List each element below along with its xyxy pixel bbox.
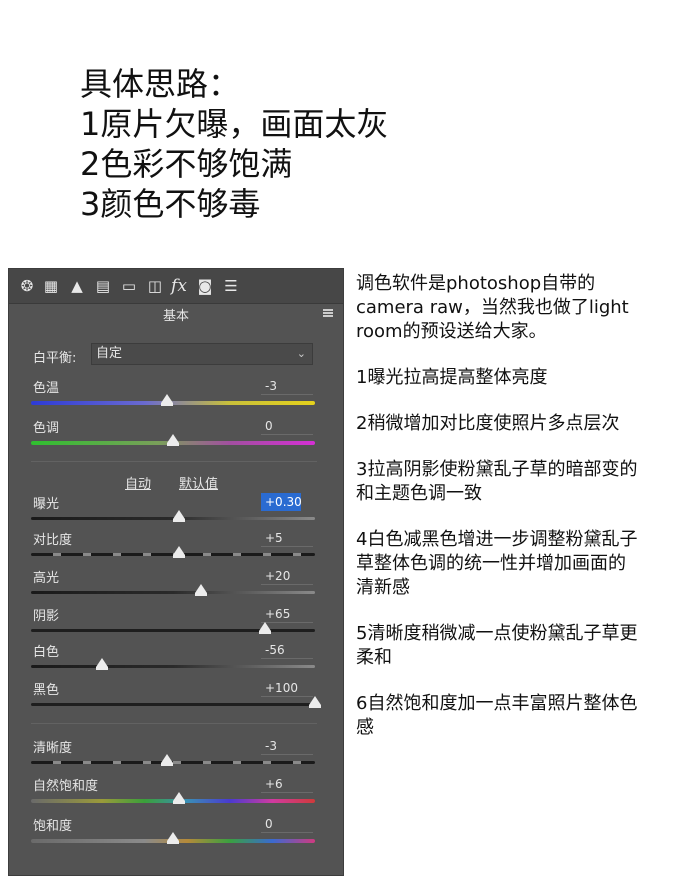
temperature-slider-track[interactable]: [31, 394, 315, 406]
tint-slider-row: 色调 0: [9, 417, 343, 461]
note-3: 3拉高阴影使粉黛乱子草的暗部变的 和主题色调一致: [356, 459, 638, 504]
aperture-icon[interactable]: ❂: [17, 277, 37, 295]
panel-menu-icon[interactable]: [323, 309, 333, 317]
hsl-icon[interactable]: ▭: [119, 277, 139, 295]
whites-slider-thumb[interactable]: [96, 658, 108, 670]
saturation-slider-row: 饱和度 0: [9, 815, 343, 859]
headline-line-1: 1原片欠曝，画面太灰: [80, 105, 389, 143]
separator: [31, 461, 317, 462]
auto-button[interactable]: 自动: [125, 473, 151, 492]
white-balance-label: 白平衡:: [33, 351, 77, 366]
blacks-slider-row: 黑色 +100: [9, 679, 343, 723]
blacks-slider-thumb[interactable]: [309, 696, 321, 708]
temperature-slider-thumb[interactable]: [161, 394, 174, 406]
contrast-slider-track[interactable]: [31, 546, 315, 558]
temperature-value-input[interactable]: -3: [261, 377, 313, 395]
exposure-slider-track[interactable]: [31, 510, 315, 522]
highlights-slider-track[interactable]: [31, 584, 315, 596]
note-1: 1曝光拉高提高整体亮度: [356, 367, 548, 388]
headline: 具体思路： 1原片欠曝，画面太灰 2色彩不够饱满 3颜色不够毒: [80, 64, 388, 224]
tint-slider-track[interactable]: [31, 434, 315, 446]
exposure-slider-thumb[interactable]: [172, 510, 185, 522]
headline-line-2: 2色彩不够饱满: [80, 145, 293, 183]
shadows-slider-thumb[interactable]: [259, 622, 272, 634]
exposure-value-input[interactable]: +0.30: [261, 493, 302, 511]
panel-toolbar: ❂ ▦ ▲ ▤ ▭ ◫ fx ◙ ☰: [9, 269, 343, 304]
default-button[interactable]: 默认值: [179, 473, 218, 492]
blacks-label: 黑色: [33, 683, 60, 698]
clarity-label: 清晰度: [33, 741, 73, 756]
highlights-value-input[interactable]: +20: [261, 567, 313, 585]
note-2: 2稍微增加对比度使照片多点层次: [356, 413, 620, 434]
shadows-label: 阴影: [33, 609, 60, 624]
saturation-label: 饱和度: [33, 819, 73, 834]
white-balance-value: 自定: [96, 346, 123, 361]
note-4: 4白色减黑色增进一步调整粉黛乱子 草整体色调的统一性并增加画面的 清新感: [356, 529, 638, 598]
note-6: 6自然饱和度加一点丰富照片整体色 感: [356, 693, 638, 738]
whites-label: 白色: [33, 645, 60, 660]
saturation-value-input[interactable]: 0: [261, 815, 313, 833]
whites-slider-track[interactable]: [31, 658, 315, 670]
mountains-icon[interactable]: ▲: [67, 277, 87, 295]
split-tone-icon[interactable]: ▤: [93, 277, 113, 295]
separator: [31, 723, 317, 724]
shadows-slider-track[interactable]: [31, 622, 315, 634]
blacks-slider-track[interactable]: [31, 696, 321, 708]
contrast-value-input[interactable]: +5: [261, 529, 313, 547]
headline-line-3: 3颜色不够毒: [80, 185, 261, 223]
clarity-slider-thumb[interactable]: [161, 754, 174, 766]
vibrance-label: 自然饱和度: [33, 779, 99, 794]
fx-icon[interactable]: fx: [169, 277, 189, 295]
presets-icon[interactable]: ☰: [221, 277, 241, 295]
whites-value-input[interactable]: -56: [261, 641, 313, 659]
temperature-slider-row: 色温 -3: [9, 377, 343, 421]
shadows-value-input[interactable]: +65: [261, 605, 313, 623]
temperature-label: 色温: [33, 381, 60, 396]
clarity-value-input[interactable]: -3: [261, 737, 313, 755]
grid-icon[interactable]: ▦: [41, 277, 61, 295]
tint-label: 色调: [33, 421, 60, 436]
lens-icon[interactable]: ◫: [145, 277, 165, 295]
saturation-slider-track[interactable]: [31, 832, 315, 844]
white-balance-select[interactable]: 自定 ⌄: [91, 343, 313, 365]
vibrance-slider-thumb[interactable]: [172, 792, 185, 804]
vibrance-slider-track[interactable]: [31, 792, 315, 804]
clarity-slider-track[interactable]: [31, 754, 315, 766]
contrast-label: 对比度: [33, 533, 73, 548]
saturation-slider-thumb[interactable]: [167, 832, 179, 844]
camera-icon[interactable]: ◙: [195, 277, 215, 295]
highlights-slider-thumb[interactable]: [195, 584, 208, 596]
notes: 调色软件是photoshop自带的 camera raw，当然我也做了light…: [356, 272, 686, 762]
exposure-label: 曝光: [33, 497, 60, 512]
note-intro: 调色软件是photoshop自带的 camera raw，当然我也做了light…: [356, 273, 629, 342]
blacks-value-input[interactable]: +100: [261, 679, 313, 697]
vibrance-value-input[interactable]: +6: [261, 775, 313, 793]
highlights-label: 高光: [33, 571, 60, 586]
note-5: 5清晰度稍微减一点使粉黛乱子草更 柔和: [356, 623, 638, 668]
vibrance-slider-row: 自然饱和度 +6: [9, 775, 343, 819]
contrast-slider-thumb[interactable]: [172, 546, 185, 558]
camera-raw-basic-panel: ❂ ▦ ▲ ▤ ▭ ◫ fx ◙ ☰ 基本 白平衡: 自定 ⌄ 自动 默认值 色…: [8, 268, 344, 876]
tint-slider-thumb[interactable]: [167, 434, 179, 446]
chevron-down-icon: ⌄: [296, 347, 306, 360]
headline-title: 具体思路：: [80, 65, 241, 103]
tint-value-input[interactable]: 0: [261, 417, 313, 435]
section-title: 基本: [162, 309, 189, 324]
